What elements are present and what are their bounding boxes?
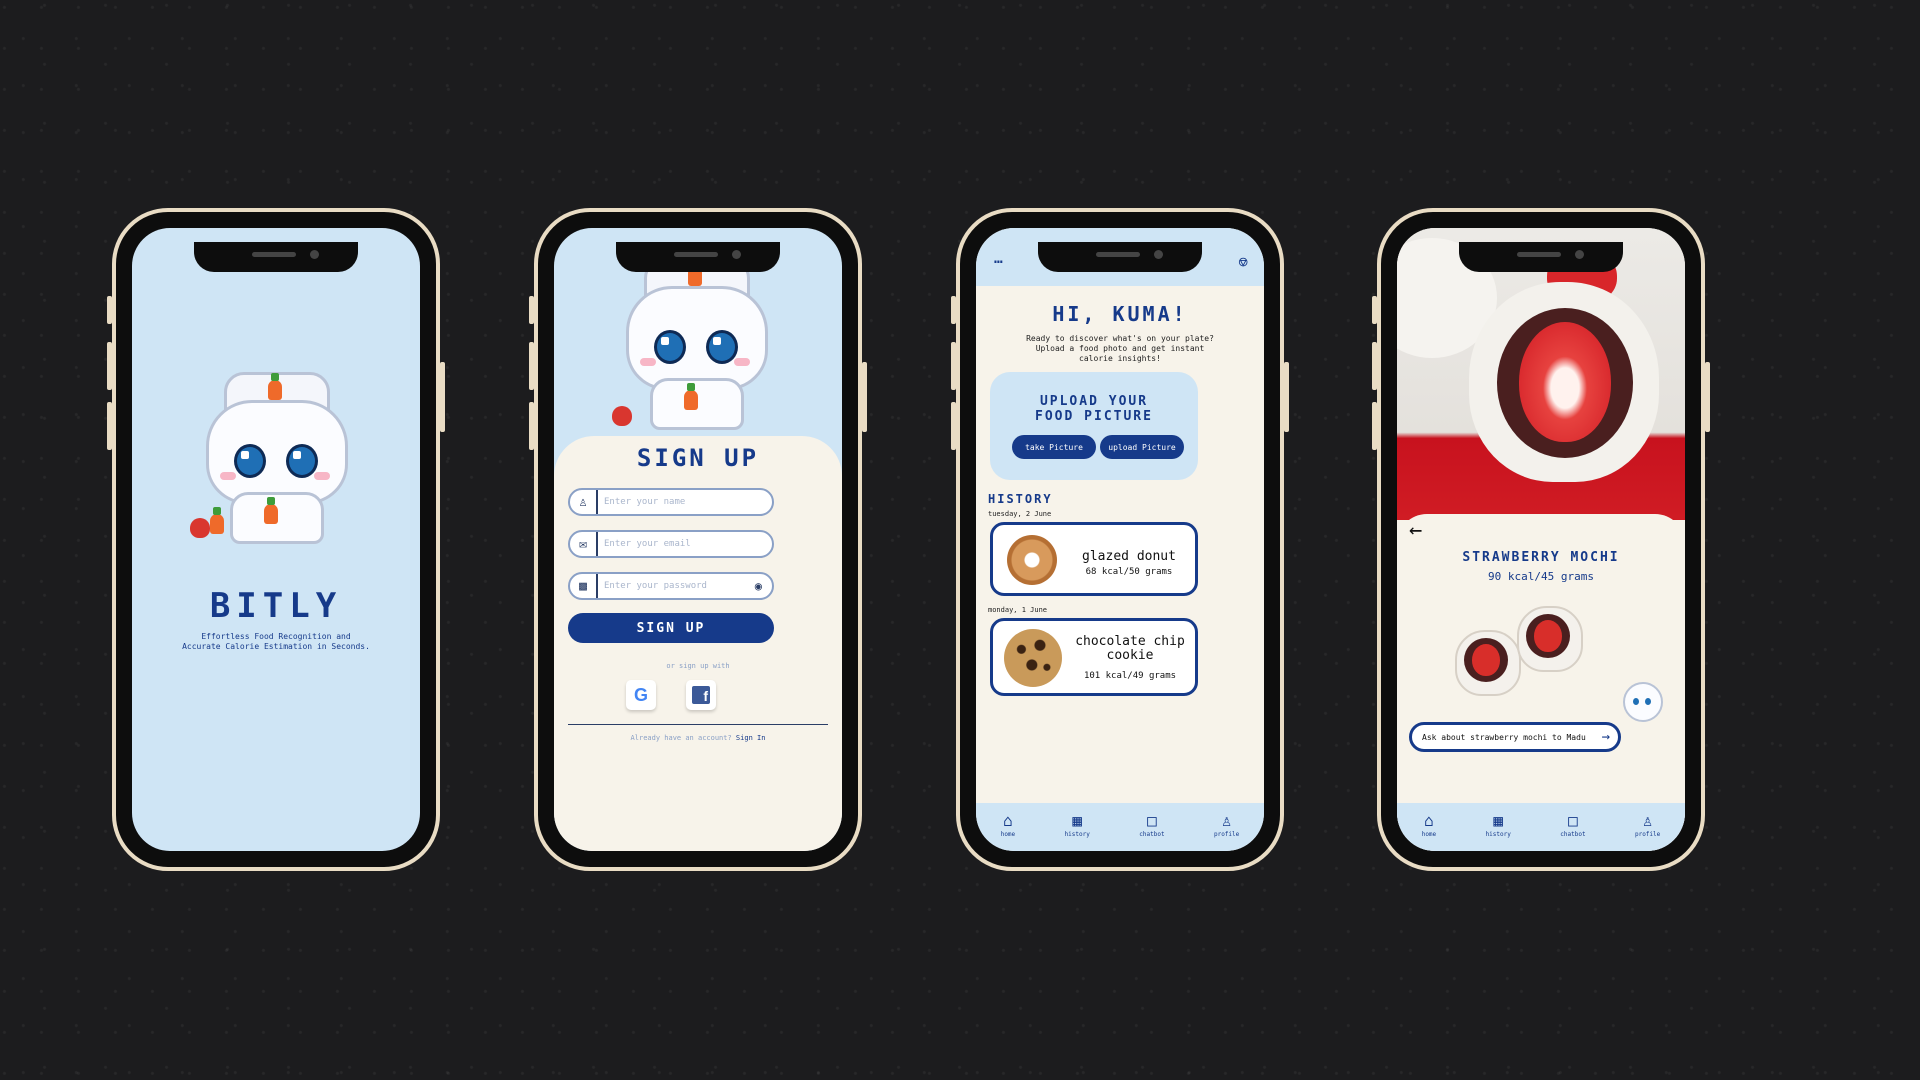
mini-cat-avatar	[1623, 682, 1663, 722]
tagline: Effortless Food Recognition and Accurate…	[132, 632, 420, 652]
phone-signup: SIGN UP ♙ Enter your name ✉ Enter your e…	[529, 208, 867, 871]
bell-icon[interactable]: ⎊	[1238, 252, 1248, 271]
home-icon: ⌂	[1424, 811, 1434, 830]
google-icon[interactable]: G	[626, 680, 656, 710]
nav-chatbot[interactable]: □ chatbot	[1139, 811, 1165, 839]
facebook-icon[interactable]: f	[686, 680, 716, 710]
cat-mascot	[190, 372, 358, 544]
intro-line-3: calorie insights!	[1079, 354, 1161, 363]
cookie-image	[1001, 625, 1065, 691]
pixel-mochi-illustration	[1455, 606, 1583, 696]
intro-line-2: Upload a food photo and get instant	[1035, 344, 1205, 353]
detail-screen: ← STRAWBERRY MOCHI 90 kcal/45 grams Ask …	[1397, 228, 1685, 851]
upload-title-line-2: FOOD PICTURE	[1035, 409, 1153, 424]
or-signup-text: or sign up with	[666, 662, 730, 670]
notch	[1459, 242, 1623, 272]
ask-chat-input[interactable]: Ask about strawberry mochi to Madu →	[1409, 722, 1621, 752]
back-arrow-icon[interactable]: ←	[1409, 520, 1422, 542]
history-date: tuesday, 2 June	[988, 510, 1052, 518]
user-icon: ♙	[570, 490, 598, 514]
history-food-name-line-1: chocolate chip	[1075, 634, 1185, 649]
nav-home[interactable]: ⌂ home	[1000, 811, 1016, 839]
nav-profile[interactable]: ♙ profile	[1213, 811, 1240, 839]
nav-chatbot-label: chatbot	[1139, 831, 1165, 838]
splash-screen: BITLY Effortless Food Recognition and Ac…	[132, 228, 420, 851]
signup-screen: SIGN UP ♙ Enter your name ✉ Enter your e…	[554, 228, 842, 851]
detail-card: ← STRAWBERRY MOCHI 90 kcal/45 grams Ask …	[1397, 514, 1685, 851]
nav-history[interactable]: ▦ history	[1064, 811, 1090, 839]
arrow-right-icon[interactable]: →	[1602, 729, 1610, 745]
email-placeholder: Enter your email	[604, 539, 691, 549]
history-date: monday, 1 June	[988, 606, 1048, 614]
phone-detail: ← STRAWBERRY MOCHI 90 kcal/45 grams Ask …	[1372, 208, 1710, 871]
signin-link[interactable]: Sign In	[736, 734, 766, 742]
phone-splash: BITLY Effortless Food Recognition and Ac…	[107, 208, 445, 871]
app-name: BITLY	[209, 586, 343, 626]
bottom-nav: ⌂ home ▦ history □ chatbot ♙ profile	[976, 803, 1264, 851]
nav-history-label: history	[1485, 831, 1511, 838]
nav-home-label: home	[1421, 831, 1437, 838]
history-food-info: 68 kcal/50 grams	[1085, 567, 1173, 577]
nav-chatbot[interactable]: □ chatbot	[1560, 811, 1586, 839]
eye-hidden-icon[interactable]: ◉	[755, 579, 762, 593]
upload-title-line-1: UPLOAD YOUR	[1039, 394, 1149, 409]
history-food-info: 101 kcal/49 grams	[1083, 671, 1177, 681]
signup-title: SIGN UP	[636, 444, 760, 472]
mail-icon: ✉	[570, 532, 598, 556]
chat-icon: □	[1568, 811, 1578, 830]
signup-button[interactable]: SIGN UP	[568, 613, 774, 643]
email-field[interactable]: ✉ Enter your email	[568, 530, 774, 558]
lock-icon: ▩	[570, 574, 598, 598]
nav-profile-label: profile	[1634, 831, 1661, 838]
donut-image	[1001, 529, 1063, 591]
history-title: HISTORY	[988, 492, 1053, 506]
nav-profile[interactable]: ♙ profile	[1634, 811, 1661, 839]
history-item[interactable]: chocolate chip cookie 101 kcal/49 grams	[990, 618, 1198, 696]
notch	[616, 242, 780, 272]
already-text: Already have an account?	[630, 734, 732, 742]
intro-line-1: Ready to discover what's on your plate?	[1026, 334, 1214, 343]
nav-chatbot-label: chatbot	[1560, 831, 1586, 838]
upload-title: UPLOAD YOUR FOOD PICTURE	[990, 394, 1198, 424]
name-placeholder: Enter your name	[604, 497, 686, 507]
nav-profile-label: profile	[1213, 831, 1240, 838]
nav-home[interactable]: ⌂ home	[1421, 811, 1437, 839]
home-screen: ⋯ BITLY ⎊ HI, KUMA! Ready to discover wh…	[976, 228, 1264, 851]
intro-text: Ready to discover what's on your plate? …	[976, 334, 1264, 364]
notch	[194, 242, 358, 272]
food-info: 90 kcal/45 grams	[1488, 570, 1594, 583]
already-account: Already have an account? Sign In	[554, 734, 842, 742]
history-item[interactable]: glazed donut 68 kcal/50 grams	[990, 522, 1198, 596]
history-food-name: chocolate chip cookie	[1069, 635, 1191, 663]
signup-card: SIGN UP ♙ Enter your name ✉ Enter your e…	[554, 436, 842, 851]
ask-prompt: Ask about strawberry mochi to Madu	[1422, 732, 1586, 742]
nav-history-label: history	[1064, 831, 1090, 838]
nav-history[interactable]: ▦ history	[1485, 811, 1511, 839]
calendar-icon: ▦	[1072, 811, 1083, 830]
bottom-nav: ⌂ home ▦ history □ chatbot ♙ profile	[1397, 803, 1685, 851]
phone-home: ⋯ BITLY ⎊ HI, KUMA! Ready to discover wh…	[951, 208, 1289, 871]
home-icon: ⌂	[1003, 811, 1013, 830]
take-picture-button[interactable]: take Picture	[1012, 435, 1096, 459]
food-name: STRAWBERRY MOCHI	[1462, 550, 1620, 565]
name-field[interactable]: ♙ Enter your name	[568, 488, 774, 516]
notch	[1038, 242, 1202, 272]
nav-home-label: home	[1000, 831, 1016, 838]
calendar-icon: ▦	[1493, 811, 1504, 830]
greeting: HI, KUMA!	[1052, 302, 1188, 326]
tagline-line-2: Accurate Calorie Estimation in Seconds.	[182, 642, 370, 651]
profile-icon: ♙	[1221, 811, 1232, 830]
profile-icon: ♙	[1642, 811, 1653, 830]
password-field[interactable]: ▩ Enter your password ◉	[568, 572, 774, 600]
upload-card: UPLOAD YOUR FOOD PICTURE take Picture up…	[990, 372, 1198, 480]
cat-mascot	[610, 258, 778, 430]
chat-icon: □	[1147, 811, 1157, 830]
history-food-name-line-2: cookie	[1106, 648, 1154, 663]
tagline-line-1: Effortless Food Recognition and	[201, 632, 351, 641]
upload-picture-button[interactable]: upload Picture	[1100, 435, 1184, 459]
page-background: { "splash": { "app_name": "BITLY", "tagl…	[0, 0, 1920, 1080]
history-food-name: glazed donut	[1082, 549, 1176, 564]
divider	[568, 724, 828, 725]
password-placeholder: Enter your password	[604, 581, 707, 591]
